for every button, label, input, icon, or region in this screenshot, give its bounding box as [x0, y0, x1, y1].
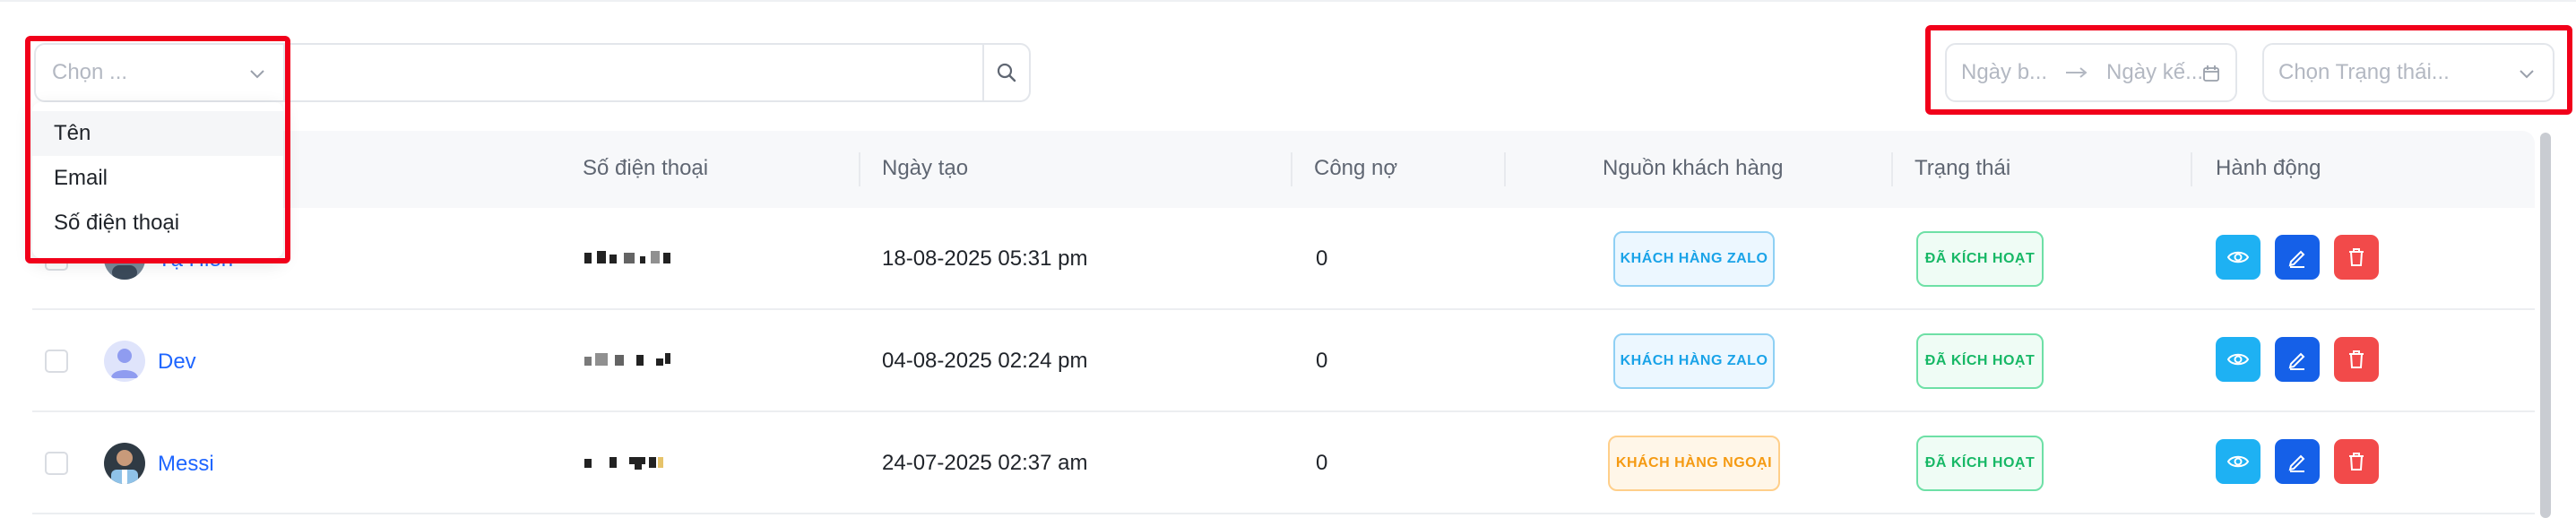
column-header-source: Nguồn khách hàng: [1603, 156, 1784, 180]
edit-button[interactable]: [2275, 439, 2320, 484]
status-badge: ĐÃ KÍCH HOẠT: [1916, 231, 2044, 287]
row-checkbox[interactable]: [45, 350, 68, 373]
search-button[interactable]: [982, 45, 1029, 100]
phone-redacted: [584, 251, 670, 263]
pencil-icon: [2288, 250, 2305, 268]
avatar: [104, 341, 145, 382]
scrollbar[interactable]: [2540, 133, 2551, 518]
trash-icon: [2349, 350, 2364, 368]
table-header: Số điện thoại Ngày tạo Công nợ Nguồn khá…: [32, 131, 2535, 208]
pencil-icon: [2288, 352, 2305, 370]
eye-icon: [2226, 251, 2250, 263]
edit-button[interactable]: [2275, 235, 2320, 280]
search-group: Chọn ...: [34, 43, 1031, 102]
source-badge: KHÁCH HÀNG NGOẠI: [1608, 436, 1780, 491]
phone-redacted: [584, 353, 670, 366]
dropdown-option-email[interactable]: Email: [32, 156, 283, 201]
pencil-icon: [2288, 454, 2305, 472]
column-header-phone: Số điện thoại: [583, 156, 709, 180]
chevron-down-icon: [250, 70, 264, 79]
debt-value: 0: [1316, 451, 1328, 475]
column-divider: [1291, 152, 1292, 186]
trash-icon: [2349, 453, 2364, 471]
date-start-placeholder: Ngày b...: [1961, 60, 2048, 84]
delete-button[interactable]: [2334, 439, 2379, 484]
chevron-down-icon: [2520, 70, 2534, 79]
calendar-icon: [2203, 65, 2219, 82]
customer-name-link[interactable]: Dev: [158, 350, 196, 375]
avatar: [104, 443, 145, 484]
search-field-placeholder: Chọn ...: [52, 60, 128, 84]
column-divider: [1504, 152, 1506, 186]
column-header-debt: Công nợ: [1314, 156, 1398, 180]
column-header-created: Ngày tạo: [882, 156, 969, 180]
customer-name-link[interactable]: Messi: [158, 452, 214, 477]
column-divider: [1891, 152, 1893, 186]
debt-value: 0: [1316, 246, 1328, 271]
date-end-placeholder: Ngày kế...: [2106, 60, 2204, 84]
eye-icon: [2226, 455, 2250, 468]
delete-button[interactable]: [2334, 337, 2379, 382]
debt-value: 0: [1316, 349, 1328, 373]
search-field-dropdown: Tên Email Số điện thoại: [32, 102, 283, 258]
date-range-picker[interactable]: Ngày b... Ngày kế...: [1945, 43, 2237, 102]
view-button[interactable]: [2216, 439, 2260, 484]
arrow-right-icon: [2066, 67, 2088, 78]
eye-icon: [2226, 353, 2250, 366]
status-badge: ĐÃ KÍCH HOẠT: [1916, 333, 2044, 389]
column-divider: [2191, 152, 2192, 186]
dropdown-option-name[interactable]: Tên: [32, 111, 283, 156]
dropdown-option-phone[interactable]: Số điện thoại: [32, 201, 283, 246]
search-icon: [997, 63, 1016, 82]
status-placeholder: Chọn Trạng thái...: [2278, 60, 2450, 84]
table-row: Tạ Hiên 18-08-2025 05:31 pm 0 KHÁCH HÀNG…: [32, 208, 2535, 310]
top-border: [0, 0, 2576, 2]
phone-redacted: [584, 457, 663, 470]
created-date: 18-08-2025 05:31 pm: [882, 246, 1088, 271]
source-badge: KHÁCH HÀNG ZALO: [1613, 231, 1775, 287]
view-button[interactable]: [2216, 337, 2260, 382]
row-checkbox[interactable]: [45, 452, 68, 475]
edit-button[interactable]: [2275, 337, 2320, 382]
status-badge: ĐÃ KÍCH HOẠT: [1916, 436, 2044, 491]
status-select[interactable]: Chọn Trạng thái...: [2262, 43, 2554, 102]
column-header-actions: Hành động: [2216, 156, 2321, 180]
column-divider: [859, 152, 860, 186]
created-date: 24-07-2025 02:37 am: [882, 451, 1088, 475]
source-badge: KHÁCH HÀNG ZALO: [1613, 333, 1775, 389]
created-date: 04-08-2025 02:24 pm: [882, 349, 1088, 373]
table-row: Messi 24-07-2025 02:37 am 0 KHÁCH HÀNG N…: [32, 412, 2535, 514]
column-header-status: Trạng thái: [1915, 156, 2011, 180]
search-input[interactable]: [287, 45, 1020, 100]
view-button[interactable]: [2216, 235, 2260, 280]
trash-icon: [2349, 248, 2364, 266]
table-row: Dev 04-08-2025 02:24 pm 0 KHÁCH HÀNG ZAL…: [32, 310, 2535, 412]
delete-button[interactable]: [2334, 235, 2379, 280]
search-field-select[interactable]: Chọn ...: [36, 45, 285, 100]
